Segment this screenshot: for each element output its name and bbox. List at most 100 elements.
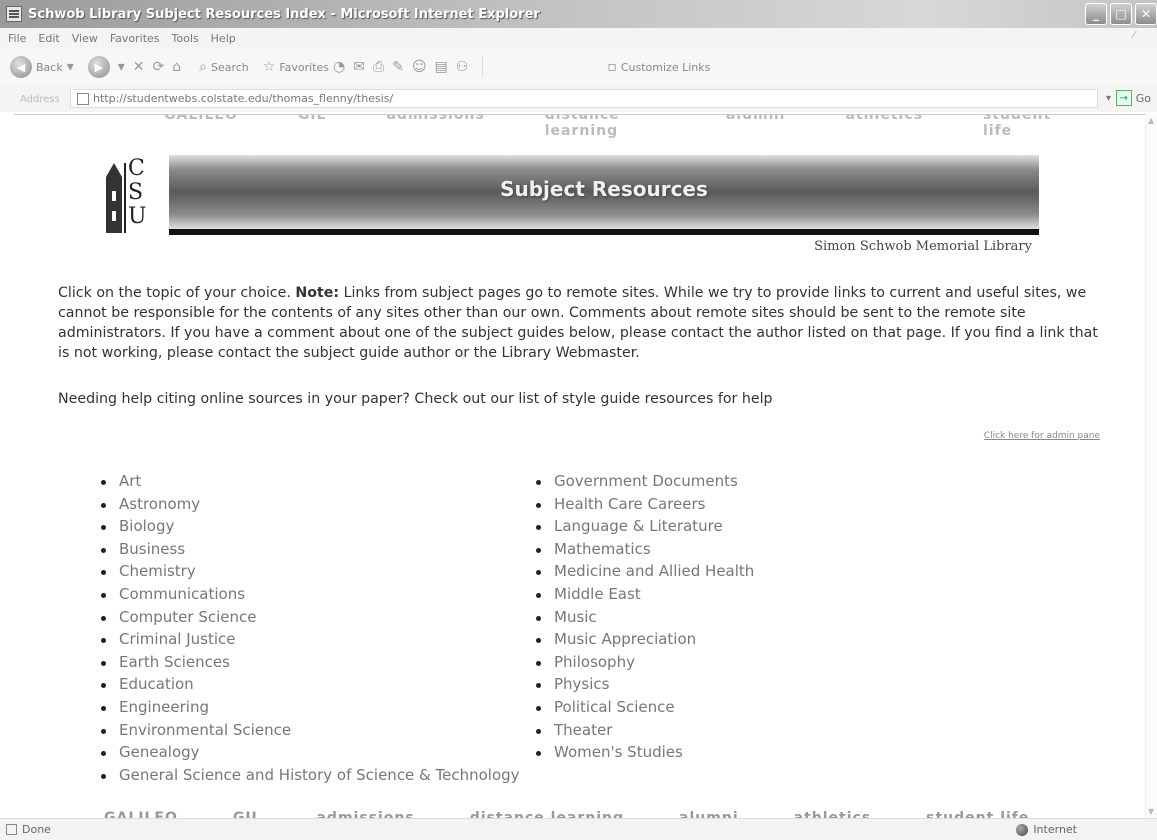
subject-link[interactable]: Middle East	[536, 583, 754, 606]
subject-link[interactable]: Government Documents	[536, 470, 754, 493]
subject-link[interactable]: Education	[101, 673, 520, 696]
bottom-nav-item[interactable]: admissions	[316, 810, 414, 818]
menu-tools[interactable]: Tools	[172, 32, 199, 45]
top-nav-item[interactable]: distance learning	[545, 115, 666, 139]
address-dropdown-icon[interactable]: ▾	[1106, 93, 1111, 104]
subject-link[interactable]: Music Appreciation	[536, 628, 754, 651]
subject-link[interactable]: Political Science	[536, 696, 754, 719]
toolbar-divider	[482, 56, 484, 78]
subject-link[interactable]: Engineering	[101, 696, 520, 719]
history-icon[interactable]: ◔	[333, 59, 345, 75]
subject-link[interactable]: Environmental Science	[101, 719, 520, 742]
top-nav-item[interactable]: alumni	[726, 115, 786, 139]
bottom-nav-item[interactable]: student life	[926, 810, 1029, 818]
subject-link[interactable]: Medicine and Allied Health	[536, 560, 754, 583]
subject-link[interactable]: Communications	[101, 583, 520, 606]
intro-paragraph: Click on the topic of your choice. Note:…	[58, 283, 1108, 363]
top-nav-item[interactable]: GIL	[298, 115, 327, 139]
subject-link[interactable]: Theater	[536, 719, 754, 742]
citing-help-text[interactable]: Needing help citing online sources in yo…	[58, 391, 773, 407]
menu-help[interactable]: Help	[211, 32, 236, 45]
minimize-button[interactable]: _	[1085, 3, 1107, 25]
page-content: GALILEO GIL admissions distance learning…	[14, 114, 1147, 818]
back-button[interactable]: ◀ Back ▾	[10, 56, 78, 78]
status-text: Done	[22, 823, 51, 836]
subject-link[interactable]: Earth Sciences	[101, 651, 520, 674]
search-button[interactable]: ⌕ Search	[195, 59, 249, 75]
top-nav-item[interactable]: student life	[983, 115, 1064, 139]
menu-file[interactable]: File	[8, 32, 26, 45]
edit-icon[interactable]: ✎	[392, 59, 404, 75]
messenger-icon[interactable]: ☺	[412, 59, 427, 75]
status-page-icon	[6, 824, 17, 835]
menu-edit[interactable]: Edit	[38, 32, 59, 45]
forward-dropdown-icon[interactable]: ▾	[118, 59, 125, 75]
subject-link[interactable]: General Science and History of Science &…	[101, 764, 520, 787]
print-icon[interactable]: ⎙	[373, 59, 384, 75]
tower-icon	[106, 163, 122, 233]
home-icon[interactable]: ⌂	[172, 59, 181, 75]
go-arrow-icon: →	[1115, 90, 1132, 106]
bottom-nav-item[interactable]: GIL	[233, 810, 262, 818]
search-label: Search	[210, 60, 249, 74]
bottom-nav-item[interactable]: alumni	[679, 810, 739, 818]
top-nav-item[interactable]: admissions	[386, 115, 484, 139]
zone-label: Internet	[1033, 823, 1077, 836]
title-bar: Schwob Library Subject Resources Index -…	[0, 0, 1157, 28]
forward-button[interactable]: ▶ ▾	[87, 56, 129, 78]
back-dropdown-icon[interactable]: ▾	[67, 59, 74, 75]
go-button[interactable]: → Go	[1115, 90, 1151, 106]
bottom-nav: GALILEO GIL admissions distance learning…	[104, 810, 1029, 818]
back-label: Back	[36, 60, 63, 74]
top-nav-item[interactable]: athletics	[845, 115, 923, 139]
toolbar-extra-icon[interactable]: ⚇	[456, 59, 469, 75]
address-url: http://studentwebs.colstate.edu/thomas_f…	[93, 92, 394, 105]
subject-link[interactable]: Art	[101, 470, 520, 493]
scroll-up-icon[interactable]: ▲	[1148, 116, 1154, 125]
subject-list-left: Art Astronomy Biology Business Chemistry…	[101, 470, 520, 786]
menu-view[interactable]: View	[72, 32, 98, 45]
subject-link[interactable]: Astronomy	[101, 493, 520, 516]
research-icon[interactable]: ▤	[435, 59, 448, 75]
security-zone: Internet	[1016, 823, 1077, 836]
subject-link[interactable]: Health Care Careers	[536, 493, 754, 516]
subject-link[interactable]: Criminal Justice	[101, 628, 520, 651]
subject-link[interactable]: Physics	[536, 673, 754, 696]
subject-list-right: Government Documents Health Care Careers…	[536, 470, 754, 764]
close-button[interactable]: ✕	[1135, 3, 1157, 25]
maximize-button[interactable]: □	[1110, 3, 1132, 25]
page-icon	[77, 92, 89, 105]
subject-link[interactable]: Language & Literature	[536, 515, 754, 538]
globe-icon	[1016, 823, 1029, 836]
vertical-scrollbar[interactable]: ▲ ▼	[1145, 114, 1157, 818]
stop-icon[interactable]: ✕	[133, 59, 145, 75]
subject-link[interactable]: Chemistry	[101, 560, 520, 583]
top-nav-item[interactable]: GALILEO	[164, 115, 238, 139]
subject-link[interactable]: Music	[536, 606, 754, 629]
menu-favorites[interactable]: Favorites	[110, 32, 160, 45]
address-input[interactable]: http://studentwebs.colstate.edu/thomas_f…	[70, 89, 1098, 108]
scroll-down-icon[interactable]: ▼	[1148, 807, 1154, 816]
logo-letter: U	[128, 204, 147, 229]
subject-link[interactable]: Philosophy	[536, 651, 754, 674]
subject-link[interactable]: Women's Studies	[536, 741, 754, 764]
address-label: Address	[20, 93, 60, 105]
subject-link[interactable]: Computer Science	[101, 606, 520, 629]
refresh-icon[interactable]: ⟳	[153, 59, 165, 75]
customize-links-button[interactable]: ▫ Customize Links	[603, 59, 710, 75]
toolbar: ◀ Back ▾ ▶ ▾ ✕ ⟳ ⌂ ⌕ Search ☆ Favorites …	[0, 48, 1157, 86]
bottom-nav-item[interactable]: distance learning	[470, 810, 624, 818]
subject-link[interactable]: Biology	[101, 515, 520, 538]
banner-title: Subject Resources	[500, 177, 708, 201]
subject-link[interactable]: Business	[101, 538, 520, 561]
subject-link[interactable]: Mathematics	[536, 538, 754, 561]
admin-pane-link[interactable]: Click here for admin pane	[984, 431, 1100, 441]
bottom-nav-item[interactable]: GALILEO	[104, 810, 178, 818]
forward-arrow-icon: ▶	[87, 56, 110, 78]
logo-letter: C	[128, 156, 145, 181]
bottom-nav-item[interactable]: athletics	[794, 810, 872, 818]
note-label: Note:	[295, 285, 340, 301]
favorites-button[interactable]: ☆ Favorites	[259, 59, 329, 75]
subject-link[interactable]: Genealogy	[101, 741, 520, 764]
mail-icon[interactable]: ✉	[353, 59, 365, 75]
